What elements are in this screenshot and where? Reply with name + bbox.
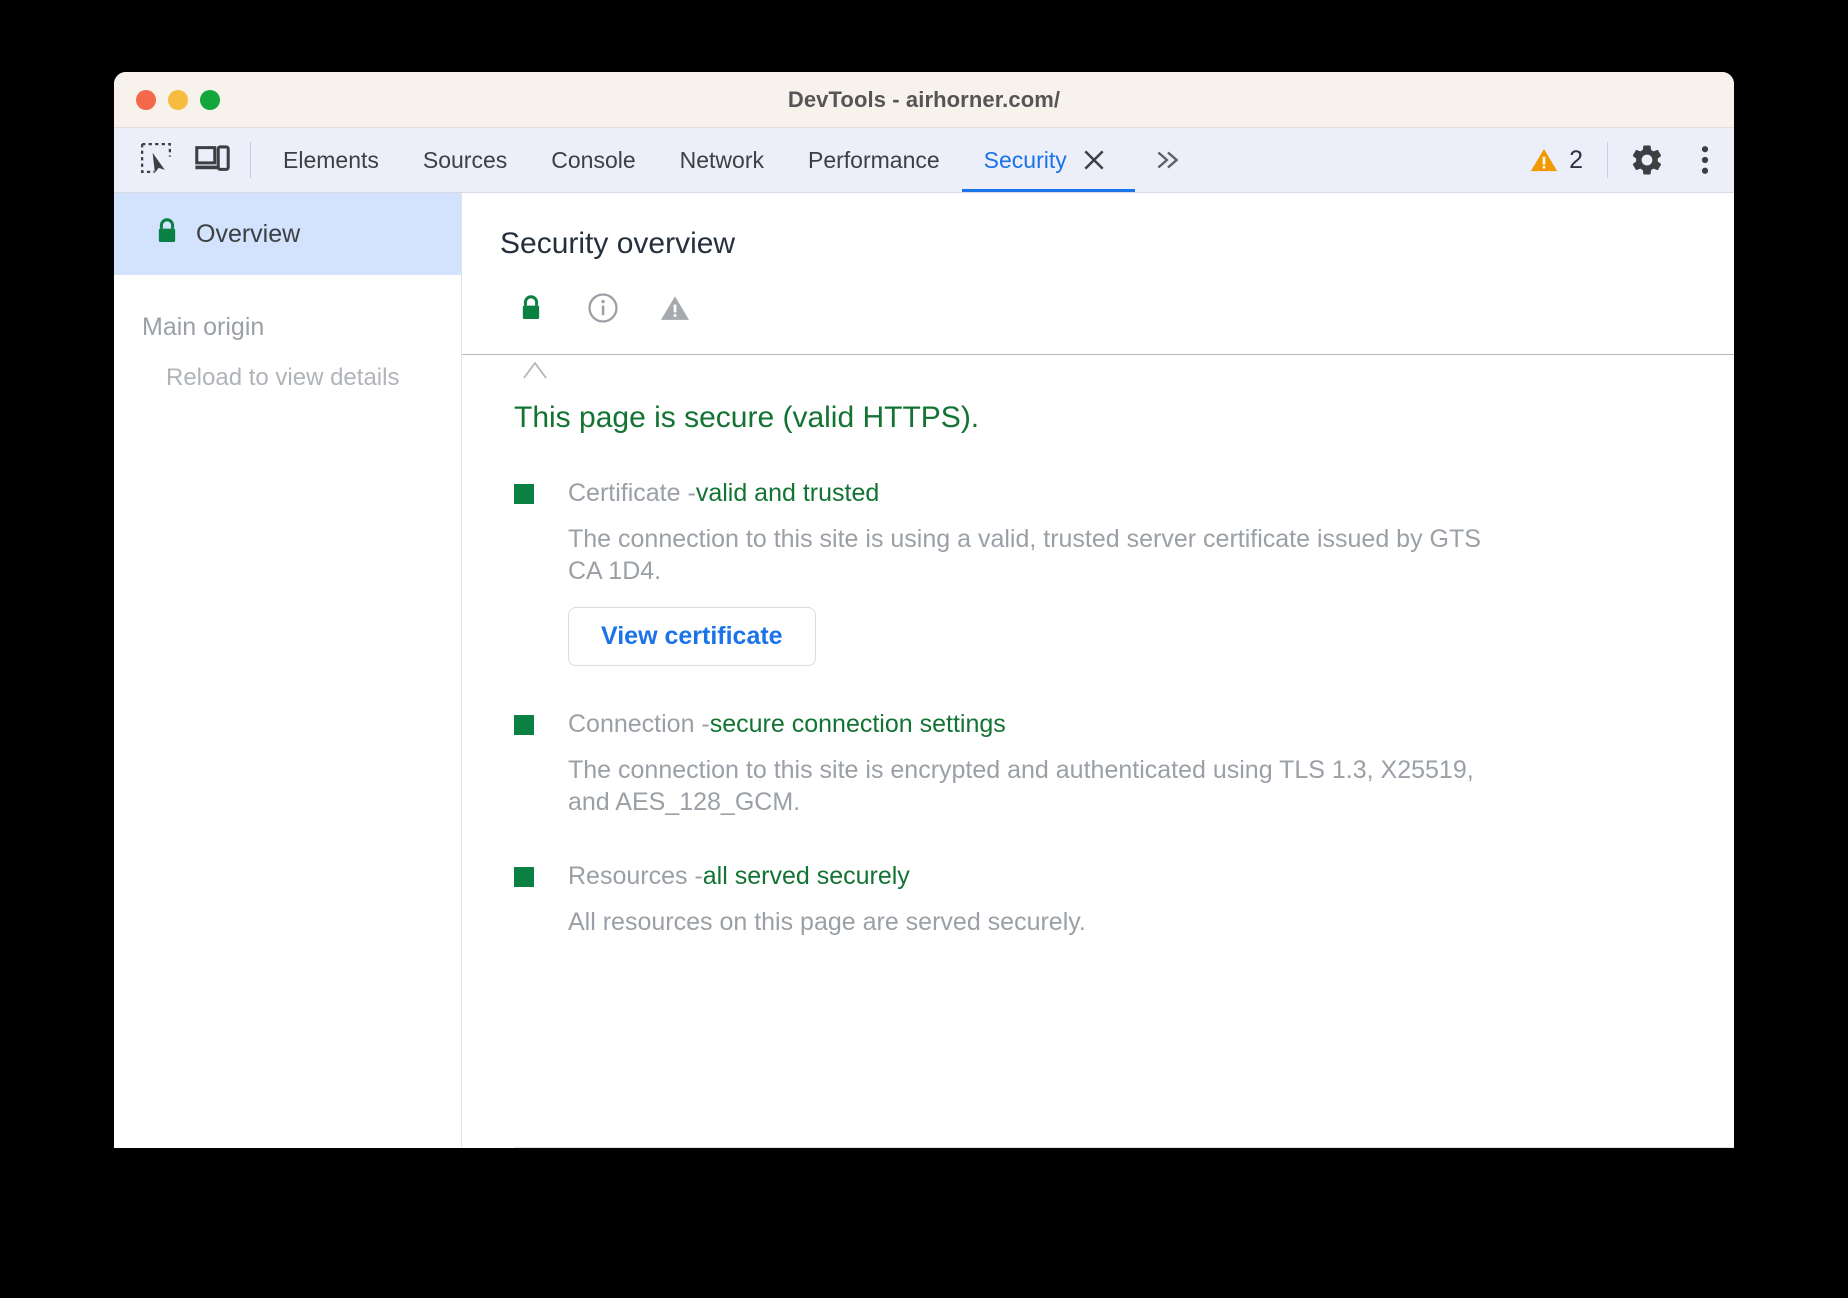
panel-bottom-rule xyxy=(514,1147,1734,1148)
lock-icon xyxy=(154,217,180,252)
more-vertical-icon xyxy=(1690,142,1720,178)
more-tabs-button[interactable] xyxy=(1135,128,1201,192)
chevron-double-right-icon xyxy=(1153,147,1183,173)
info-icon xyxy=(587,292,619,329)
tab-elements[interactable]: Elements xyxy=(261,128,401,192)
tab-label: Sources xyxy=(423,147,507,174)
tab-security[interactable]: Security xyxy=(962,128,1135,192)
section-status: secure connection settings xyxy=(710,710,1006,739)
tab-label: Network xyxy=(680,147,764,174)
warning-triangle-icon xyxy=(659,293,691,328)
security-main-panel: Security overview xyxy=(462,193,1734,1148)
sidebar-item-overview[interactable]: Overview xyxy=(114,193,461,275)
sidebar-item-label: Overview xyxy=(196,220,300,249)
sidebar-reload-hint[interactable]: Reload to view details xyxy=(114,342,461,392)
device-toolbar-icon xyxy=(194,141,230,180)
warning-count: 2 xyxy=(1569,146,1583,175)
section-label: Certificate - xyxy=(568,479,696,508)
close-tab-button[interactable] xyxy=(1067,147,1113,173)
status-tab-secure[interactable] xyxy=(514,293,548,327)
lock-icon xyxy=(518,294,544,327)
inspect-element-icon xyxy=(139,141,173,180)
section-certificate: Certificate - valid and trusted The conn… xyxy=(514,435,1734,666)
title-bar: DevTools - airhorner.com/ xyxy=(114,72,1734,128)
warnings-indicator[interactable]: 2 xyxy=(1515,128,1597,192)
section-connection: Connection - secure connection settings … xyxy=(514,666,1734,818)
tab-label: Console xyxy=(551,147,635,174)
status-square-icon xyxy=(514,715,534,735)
section-description: The connection to this site is using a v… xyxy=(514,508,1514,587)
page-title: Security overview xyxy=(462,193,1734,261)
tab-label: Security xyxy=(984,147,1067,174)
section-description: The connection to this site is encrypted… xyxy=(514,739,1514,818)
section-label: Connection - xyxy=(568,710,710,739)
toolbar-spacer xyxy=(1201,128,1515,192)
tab-network[interactable]: Network xyxy=(658,128,786,192)
toolbar-divider xyxy=(250,142,251,178)
security-details: This page is secure (valid HTTPS). Certi… xyxy=(462,355,1734,939)
status-divider xyxy=(462,333,1734,355)
section-resources: Resources - all served securely All reso… xyxy=(514,818,1734,939)
section-heading: Certificate - valid and trusted xyxy=(514,479,1734,508)
section-status: valid and trusted xyxy=(696,479,879,508)
section-heading: Resources - all served securely xyxy=(514,862,1734,891)
tab-console[interactable]: Console xyxy=(529,128,657,192)
main-menu-button[interactable] xyxy=(1676,128,1734,192)
devtools-toolbar: Elements Sources Console Network Perform… xyxy=(114,128,1734,192)
devtools-body: Overview Main origin Reload to view deta… xyxy=(114,192,1734,1148)
status-tab-info[interactable] xyxy=(586,293,620,327)
status-square-icon xyxy=(514,484,534,504)
tab-label: Performance xyxy=(808,147,940,174)
section-status: all served securely xyxy=(703,862,910,891)
section-heading: Connection - secure connection settings xyxy=(514,710,1734,739)
section-description: All resources on this page are served se… xyxy=(514,891,1514,939)
security-sidebar: Overview Main origin Reload to view deta… xyxy=(114,193,462,1148)
tab-label: Elements xyxy=(283,147,379,174)
status-tab-warning[interactable] xyxy=(658,293,692,327)
security-status-tabs xyxy=(462,261,1734,333)
tab-sources[interactable]: Sources xyxy=(401,128,529,192)
tab-performance[interactable]: Performance xyxy=(786,128,962,192)
inspect-element-button[interactable] xyxy=(128,128,184,192)
gear-icon xyxy=(1629,142,1665,178)
section-label: Resources - xyxy=(568,862,703,891)
settings-button[interactable] xyxy=(1618,128,1676,192)
section-actions: View certificate xyxy=(514,587,1734,666)
divider-line xyxy=(462,354,1734,355)
devtools-window: DevTools - airhorner.com/ xyxy=(114,72,1734,1148)
security-headline: This page is secure (valid HTTPS). xyxy=(514,355,1734,435)
warning-triangle-icon xyxy=(1529,146,1559,174)
view-certificate-button[interactable]: View certificate xyxy=(568,607,816,666)
close-icon xyxy=(1081,147,1107,173)
device-toolbar-button[interactable] xyxy=(184,128,240,192)
sidebar-group-main-origin: Main origin xyxy=(114,275,461,342)
window-title: DevTools - airhorner.com/ xyxy=(114,87,1734,113)
status-square-icon xyxy=(514,867,534,887)
toolbar-divider-right xyxy=(1607,142,1608,178)
